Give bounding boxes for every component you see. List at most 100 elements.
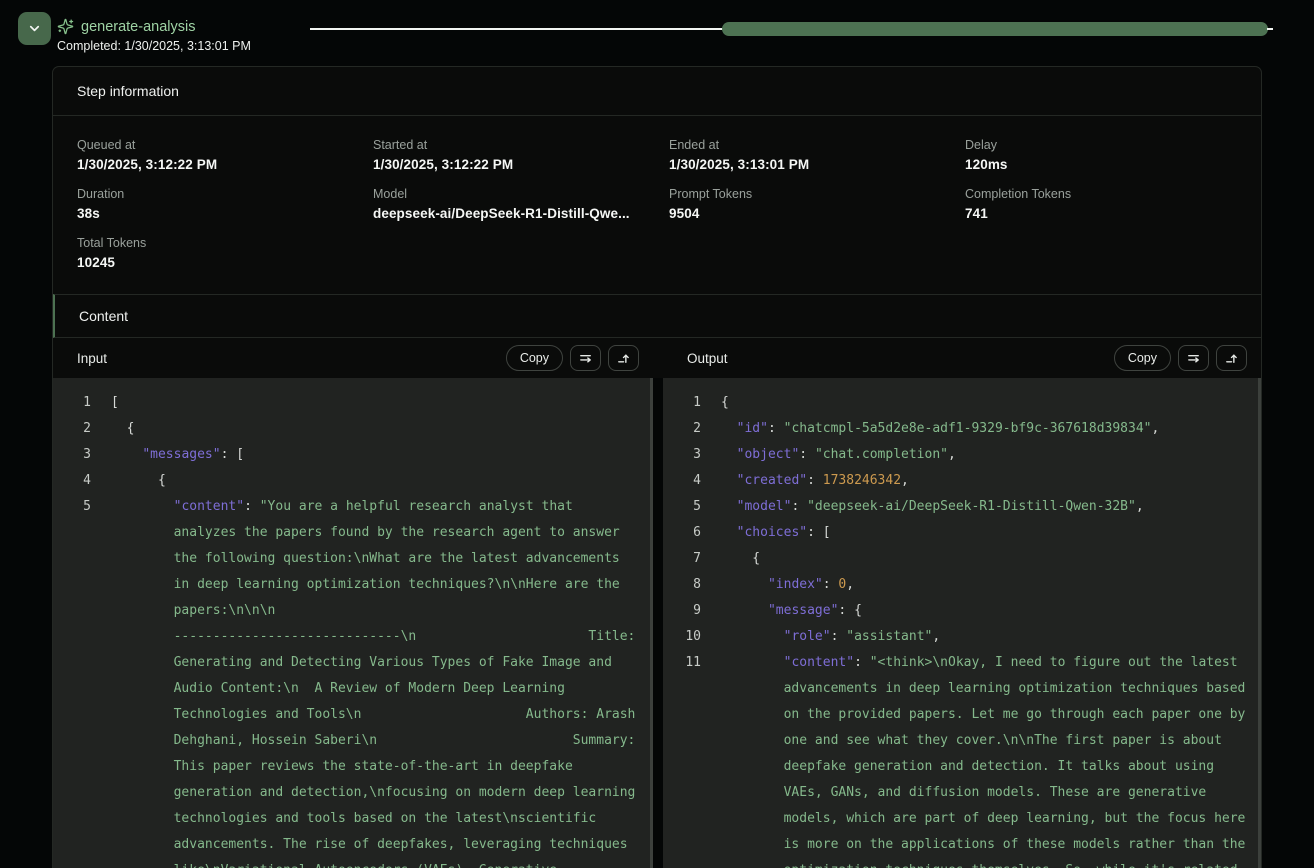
code-line: 6 "choices": [ [679, 520, 1253, 546]
code-row: { [721, 390, 1253, 416]
code-line: 10 "role": "assistant", [679, 624, 1253, 650]
code-row: "content": "You are a helpful research a… [111, 494, 645, 520]
timeline [0, 0, 1314, 58]
step-info-field: Prompt Tokens9504 [669, 187, 941, 221]
field-label: Queued at [77, 138, 349, 152]
input-wrap-text-button[interactable] [570, 345, 601, 371]
field-value: deepseek-ai/DeepSeek-R1-Distill-Qwe... [373, 206, 645, 221]
line-number: 11 [679, 650, 701, 676]
code-row: "messages": [ [111, 442, 645, 468]
step-info-title: Step information [53, 67, 1261, 116]
step-header: generate-analysis Completed: 1/30/2025, … [0, 0, 1314, 58]
code-line: 5 "model": "deepseek-ai/DeepSeek-R1-Dist… [679, 494, 1253, 520]
field-label: Model [373, 187, 645, 201]
field-value: 120ms [965, 157, 1237, 172]
field-value: 1/30/2025, 3:13:01 PM [669, 157, 941, 172]
content-section-header: Content [53, 294, 1261, 338]
output-wrap-text-button[interactable] [1178, 345, 1209, 371]
code-row: like\nVariational Autoencoders (VAEs), G… [111, 858, 645, 868]
code-row: VAEs, GANs, and diffusion models. These … [721, 780, 1253, 806]
code-row: "choices": [ [721, 520, 1253, 546]
code-row: "index": 0, [721, 572, 1253, 598]
code-line: 4 { [69, 468, 645, 494]
field-value: 1/30/2025, 3:12:22 PM [373, 157, 645, 172]
code-row: analyzes the papers found by the researc… [111, 520, 645, 546]
code-line: 3 "object": "chat.completion", [679, 442, 1253, 468]
code-line: 9 "message": { [679, 598, 1253, 624]
output-expand-button[interactable] [1216, 345, 1247, 371]
line-number: 9 [679, 598, 701, 624]
code-row: "created": 1738246342, [721, 468, 1253, 494]
code-row: { [721, 546, 1253, 572]
field-label: Total Tokens [77, 236, 349, 250]
step-info-field: Total Tokens 10245 [77, 236, 349, 270]
field-label: Started at [373, 138, 645, 152]
line-number: 2 [69, 416, 91, 442]
expand-up-icon [616, 351, 631, 366]
code-line: 4 "created": 1738246342, [679, 468, 1253, 494]
step-info-field: Started at 1/30/2025, 3:12:22 PM [373, 138, 645, 172]
code-line: 2 { [69, 416, 645, 442]
line-number: 4 [679, 468, 701, 494]
code-line: 1[ [69, 390, 645, 416]
code-row: optimization techniques themselves. So, … [721, 858, 1253, 868]
code-row: Audio Content:\n A Review of Modern Deep… [111, 676, 645, 702]
field-label: Completion Tokens [965, 187, 1237, 201]
line-number: 8 [679, 572, 701, 598]
field-value: 38s [77, 206, 349, 221]
output-panel-title: Output [687, 351, 728, 366]
input-scrollbar[interactable] [650, 378, 653, 868]
field-value: 10245 [77, 255, 349, 270]
code-row: is more on the applications of these mod… [721, 832, 1253, 858]
step-info-field: Ended at 1/30/2025, 3:13:01 PM [669, 138, 941, 172]
code-line: 8 "index": 0, [679, 572, 1253, 598]
wrap-text-icon [578, 351, 593, 366]
timeline-track-line [310, 28, 723, 30]
code-row: "object": "chat.completion", [721, 442, 1253, 468]
code-row: Dehghani, Hossein Saberi\n Summary: [111, 728, 645, 754]
expand-up-icon [1224, 351, 1239, 366]
input-code-lines: 1[2 {3 "messages": [4 {5 "content": "You… [69, 390, 645, 868]
output-panel-header: Output Copy [663, 338, 1261, 378]
code-row: Generating and Detecting Various Types o… [111, 650, 645, 676]
line-number: 1 [69, 390, 91, 416]
output-scrollbar[interactable] [1258, 378, 1261, 868]
step-info-field: Model deepseek-ai/DeepSeek-R1-Distill-Qwe… [373, 187, 645, 221]
output-code-lines: 1{2 "id": "chatcmpl-5a5d2e8e-adf1-9329-b… [679, 390, 1253, 868]
output-copy-button[interactable]: Copy [1114, 345, 1171, 371]
input-panel-header: Input Copy [53, 338, 653, 378]
step-info-grid: Queued at1/30/2025, 3:12:22 PMStarted at… [53, 116, 1261, 294]
field-label: Ended at [669, 138, 941, 152]
line-number: 3 [679, 442, 701, 468]
panel-divider [653, 378, 663, 868]
line-number: 5 [69, 494, 91, 520]
step-detail-card: Step information Queued at 1/30/2025, 3:1… [52, 66, 1262, 868]
field-label: Prompt Tokens [669, 187, 941, 201]
code-line: 1{ [679, 390, 1253, 416]
timeline-duration-bar[interactable] [722, 22, 1268, 36]
code-row: deepfake generation and detection. It ta… [721, 754, 1253, 780]
code-row: models, which are part of deep learning,… [721, 806, 1253, 832]
code-row: the following question:\nWhat are the la… [111, 546, 645, 572]
code-row: in deep learning optimization techniques… [111, 572, 645, 598]
line-number: 5 [679, 494, 701, 520]
line-number: 2 [679, 416, 701, 442]
code-row: This paper reviews the state-of-the-art … [111, 754, 645, 780]
code-row: papers:\n\n\n [111, 598, 645, 624]
code-row: [ [111, 390, 645, 416]
line-number: 6 [679, 520, 701, 546]
field-label: Delay [965, 138, 1237, 152]
code-row: on the provided papers. Let me go throug… [721, 702, 1253, 728]
code-line: 7 { [679, 546, 1253, 572]
line-number: 4 [69, 468, 91, 494]
code-line: 2 "id": "chatcmpl-5a5d2e8e-adf1-9329-bf9… [679, 416, 1253, 442]
line-number: 1 [679, 390, 701, 416]
code-row: generation and detection,\nfocusing on m… [111, 780, 645, 806]
input-copy-button[interactable]: Copy [506, 345, 563, 371]
input-expand-button[interactable] [608, 345, 639, 371]
code-row: -----------------------------\n Title: [111, 624, 645, 650]
code-row: one and see what they cover.\n\nThe firs… [721, 728, 1253, 754]
input-code-viewer: 1[2 {3 "messages": [4 {5 "content": "You… [53, 378, 653, 868]
input-output-panels: Input Copy 1[2 {3 "m [53, 338, 1261, 868]
code-row: Technologies and Tools\n Authors: Arash [111, 702, 645, 728]
